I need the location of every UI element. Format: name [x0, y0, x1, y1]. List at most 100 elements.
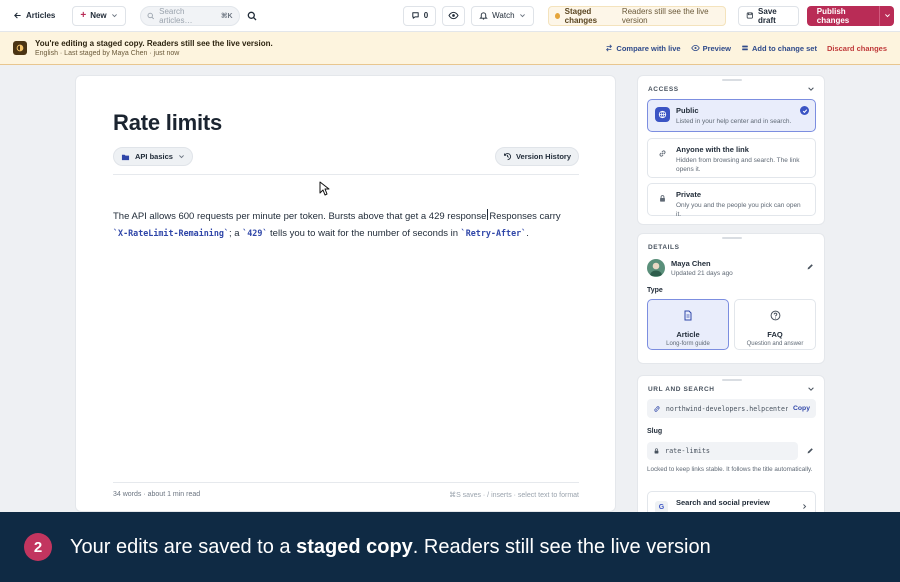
word-count: 34 words · about 1 min read	[113, 491, 201, 498]
chevron-down-icon	[519, 14, 525, 18]
new-label: New	[90, 11, 107, 20]
type-option-article[interactable]: Article Long-form guide	[647, 299, 729, 350]
access-option-public[interactable]: Public Listed in your help center and in…	[647, 99, 816, 132]
title-divider	[113, 174, 579, 175]
back-to-articles-button[interactable]: Articles	[6, 6, 62, 26]
save-draft-label: Save draft	[758, 6, 777, 25]
staged-copy-banner: You're editing a staged copy. Readers st…	[0, 32, 900, 65]
type-label: Type	[647, 287, 663, 294]
banner-title: You're editing a staged copy. Readers st…	[35, 39, 273, 48]
access-option-private[interactable]: Private Only you and the people you pick…	[647, 183, 816, 218]
pencil-icon[interactable]	[806, 263, 814, 271]
type-desc: Question and answer	[746, 341, 804, 347]
type-title: FAQ	[767, 330, 783, 339]
body-sentence-1: The API allows 600 requests per minute p…	[113, 211, 487, 222]
top-toolbar: Articles + New Search articles… ⌘K 0 Wat…	[0, 0, 900, 32]
caption-emphasis: staged copy	[296, 535, 413, 558]
seo-title: Search and social preview	[676, 498, 770, 507]
step-number-badge: 2	[24, 533, 52, 561]
half-moon-icon	[13, 41, 27, 55]
publish-changes-button[interactable]: Publish changes	[806, 5, 894, 26]
collapse-chevron-icon[interactable]	[807, 85, 815, 93]
caption-part: . Readers still see the live version	[412, 535, 711, 558]
chevron-down-icon	[179, 155, 184, 159]
url-search-heading: URL AND SEARCH	[648, 386, 715, 393]
publish-options-button[interactable]	[879, 5, 894, 26]
banner-meta: English · Last staged by Maya Chen · jus…	[35, 50, 180, 57]
slug-note: Locked to keep links stable. It follows …	[647, 466, 813, 473]
footer-divider	[113, 482, 579, 483]
add-label: Add to change set	[751, 43, 817, 53]
updated-time: Updated 21 days ago	[671, 270, 733, 277]
search-button[interactable]	[244, 6, 261, 26]
save-icon	[747, 12, 754, 19]
publish-label: Publish changes	[816, 6, 850, 25]
question-icon	[770, 310, 780, 321]
article-url-field[interactable]: northwind-developers.helpcenter… Copy	[647, 399, 816, 418]
caption-text: Your edits are saved to a staged copy. R…	[70, 536, 711, 559]
editor-shortcut-hint: ⌘S saves · / inserts · select text to fo…	[449, 492, 579, 499]
collapse-chevron-icon[interactable]	[807, 385, 815, 393]
search-input[interactable]: Search articles… ⌘K	[139, 5, 240, 26]
watch-label: Watch	[492, 11, 515, 20]
copy-url-button[interactable]: Copy	[793, 405, 810, 412]
search-icon	[247, 11, 257, 20]
chevron-down-icon	[111, 14, 117, 18]
compare-label: Compare with live	[616, 43, 681, 53]
preview-eye-button[interactable]	[442, 5, 466, 26]
mouse-pointer-icon	[319, 181, 330, 196]
compare-with-live-link[interactable]: Compare with live	[605, 43, 681, 53]
inline-code: `X-RateLimit-Remaining`	[113, 228, 229, 238]
article-title[interactable]: Rate limits	[113, 110, 222, 136]
avatar	[647, 259, 665, 277]
slug-value: rate-limits	[665, 447, 711, 455]
drag-handle[interactable]	[722, 237, 742, 239]
option-title: Public	[676, 106, 699, 115]
preview-link[interactable]: Preview	[690, 44, 731, 53]
type-option-faq[interactable]: FAQ Question and answer	[734, 299, 816, 350]
access-option-link[interactable]: Anyone with the link Hidden from browsin…	[647, 138, 816, 178]
drag-handle[interactable]	[722, 379, 742, 381]
tutorial-caption: 2 Your edits are saved to a staged copy.…	[0, 512, 900, 582]
eye-icon	[690, 44, 700, 52]
article-body[interactable]: The API allows 600 requests per minute p…	[113, 209, 575, 242]
body-text: .	[526, 228, 529, 239]
option-title: Private	[676, 190, 702, 199]
add-to-change-set-link[interactable]: Add to change set	[741, 44, 817, 53]
comment-icon	[411, 12, 419, 19]
lock-icon	[655, 191, 670, 206]
drag-handle[interactable]	[722, 79, 742, 81]
body-sentence-2: Responses carry	[489, 211, 561, 222]
chevron-right-icon	[803, 504, 807, 509]
comments-button[interactable]: 0	[402, 5, 437, 26]
globe-icon	[655, 107, 670, 122]
slug-field[interactable]: rate-limits	[647, 442, 798, 460]
access-panel: ACCESS Public Listed in your help center…	[637, 75, 825, 225]
author-name: Maya Chen	[671, 259, 711, 268]
save-draft-button[interactable]: Save draft	[738, 5, 799, 26]
compare-icon	[606, 44, 613, 52]
staged-changes-status[interactable]: Staged changes Readers still see the liv…	[547, 5, 727, 26]
chevron-down-icon	[884, 14, 890, 18]
inline-code: `429`	[242, 228, 268, 238]
check-icon	[800, 106, 809, 115]
details-panel: DETAILS Maya Chen Updated 21 days ago Ty…	[637, 233, 825, 364]
discard-changes-link[interactable]: Discard changes	[827, 44, 887, 53]
folder-icon	[121, 154, 130, 160]
watch-button[interactable]: Watch	[471, 5, 534, 26]
inline-code: `Retry-After`	[460, 228, 527, 238]
lock-icon	[654, 448, 659, 454]
access-heading: ACCESS	[648, 86, 679, 93]
url-search-panel: URL AND SEARCH northwind-developers.help…	[637, 375, 825, 521]
collection-chip[interactable]: API basics	[113, 147, 193, 166]
type-title: Article	[676, 330, 700, 339]
article-url: northwind-developers.helpcenter…	[665, 404, 788, 413]
eye-icon	[448, 11, 459, 20]
search-icon	[147, 12, 154, 19]
version-history-label: Version History	[515, 152, 571, 161]
pencil-icon[interactable]	[806, 447, 814, 455]
plus-icon: +	[80, 10, 87, 21]
new-button[interactable]: + New	[72, 5, 126, 26]
option-desc: Only you and the people you pick can ope…	[676, 202, 801, 218]
version-history-button[interactable]: Version History	[494, 147, 579, 166]
